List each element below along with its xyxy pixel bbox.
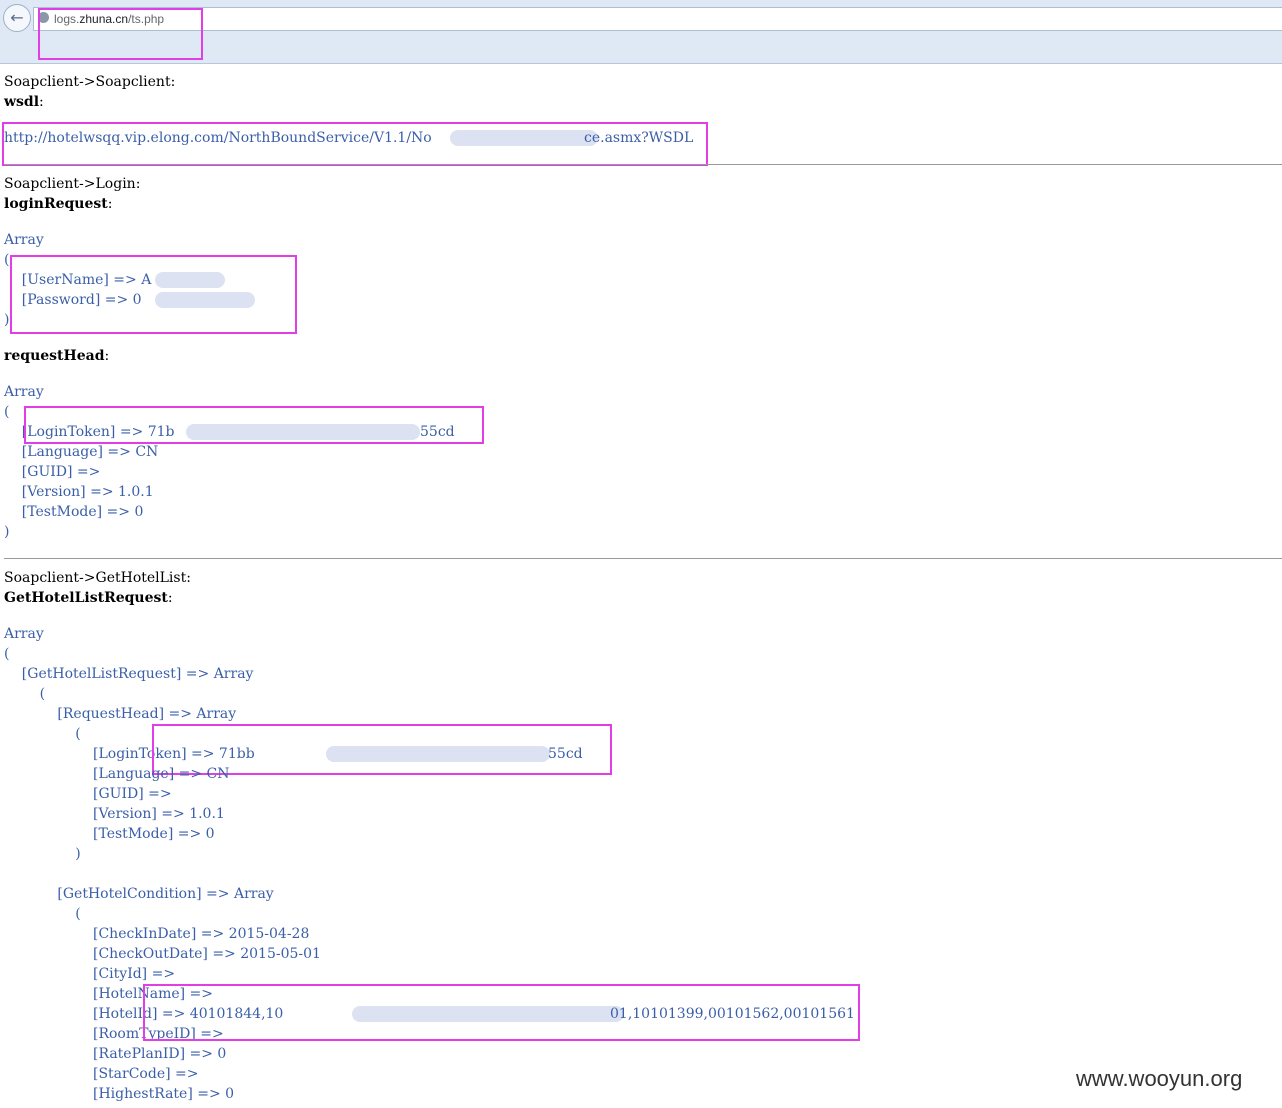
request-row: [GetHotelListRequest] => Array xyxy=(4,666,254,682)
highlight-box-wsdl xyxy=(2,122,708,166)
section-header-login: Soapclient->Login: xyxy=(4,176,141,192)
highlight-box-hotelid xyxy=(143,984,860,1041)
close-paren: ) xyxy=(4,312,10,328)
language-row: [Language] => CN xyxy=(4,444,159,460)
testmode-row: [TestMode] => 0 xyxy=(4,504,144,520)
array-keyword: Array xyxy=(4,232,44,248)
close-paren: ) xyxy=(4,524,10,540)
hotellist-request-label: GetHotelListRequest: xyxy=(4,590,173,606)
login-request-label: loginRequest: xyxy=(4,196,113,212)
open-paren: ( xyxy=(4,906,81,922)
highlight-box-token xyxy=(24,406,484,444)
section-header-soapclient: Soapclient->Soapclient: xyxy=(4,74,176,90)
open-paren: ( xyxy=(4,726,81,742)
section-header-gethotellist: Soapclient->GetHotelList: xyxy=(4,570,191,586)
back-arrow-icon[interactable]: ← xyxy=(3,4,31,32)
rateplan-row: [RatePlanID] => 0 xyxy=(4,1046,227,1062)
language-row: [Language] => CN xyxy=(4,766,230,782)
highlight-box-credentials xyxy=(10,255,297,334)
array-keyword: Array xyxy=(4,384,44,400)
request-head-label: requestHead: xyxy=(4,348,110,364)
watermark: www.wooyun.org xyxy=(1076,1066,1243,1091)
open-paren: ( xyxy=(4,404,10,420)
version-row: [Version] => 1.0.1 xyxy=(4,806,225,822)
checkin-row: [CheckInDate] => 2015-04-28 xyxy=(4,926,310,942)
request-head-row: [RequestHead] => Array xyxy=(4,706,237,722)
open-paren: ( xyxy=(4,686,46,702)
checkout-row: [CheckOutDate] => 2015-05-01 xyxy=(4,946,321,962)
highlight-box-url xyxy=(38,8,203,60)
guid-row: [GUID] => xyxy=(4,464,101,480)
close-paren: ) xyxy=(4,846,81,862)
open-paren: ( xyxy=(4,646,10,662)
version-row: [Version] => 1.0.1 xyxy=(4,484,154,500)
wsdl-label: wsdl: xyxy=(4,94,44,110)
guid-row: [GUID] => xyxy=(4,786,172,802)
highestrate-row: [HighestRate] => 0 xyxy=(4,1086,235,1102)
divider xyxy=(4,164,1282,165)
divider xyxy=(4,558,1282,559)
cityid-row: [CityId] => xyxy=(4,966,176,982)
address-bar[interactable]: logs.zhuna.cn/ts.php xyxy=(33,7,1282,31)
array-keyword: Array xyxy=(4,626,44,642)
open-paren: ( xyxy=(4,252,10,268)
testmode-row: [TestMode] => 0 xyxy=(4,826,215,842)
starcode-row: [StarCode] => xyxy=(4,1066,199,1082)
hotel-condition-row: [GetHotelCondition] => Array xyxy=(4,886,274,902)
